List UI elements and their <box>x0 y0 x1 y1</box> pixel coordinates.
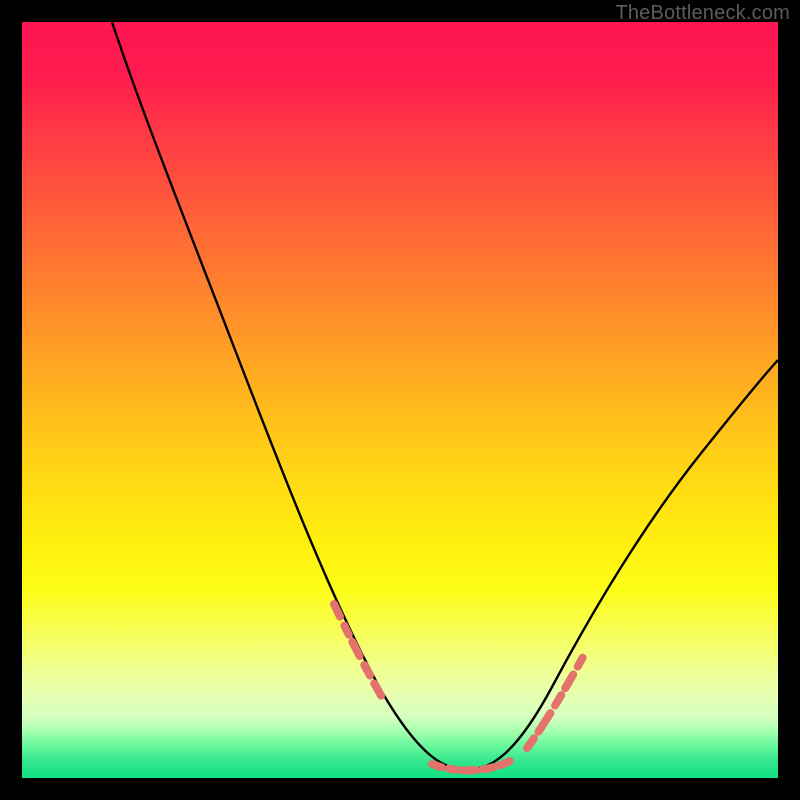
bottleneck-curve-svg <box>22 22 778 778</box>
watermark-text: TheBottleneck.com <box>615 2 790 25</box>
chart-plot-area <box>22 22 778 778</box>
highlight-bottom <box>432 755 520 770</box>
highlight-right <box>527 614 607 748</box>
bottleneck-curve-line <box>112 22 778 770</box>
